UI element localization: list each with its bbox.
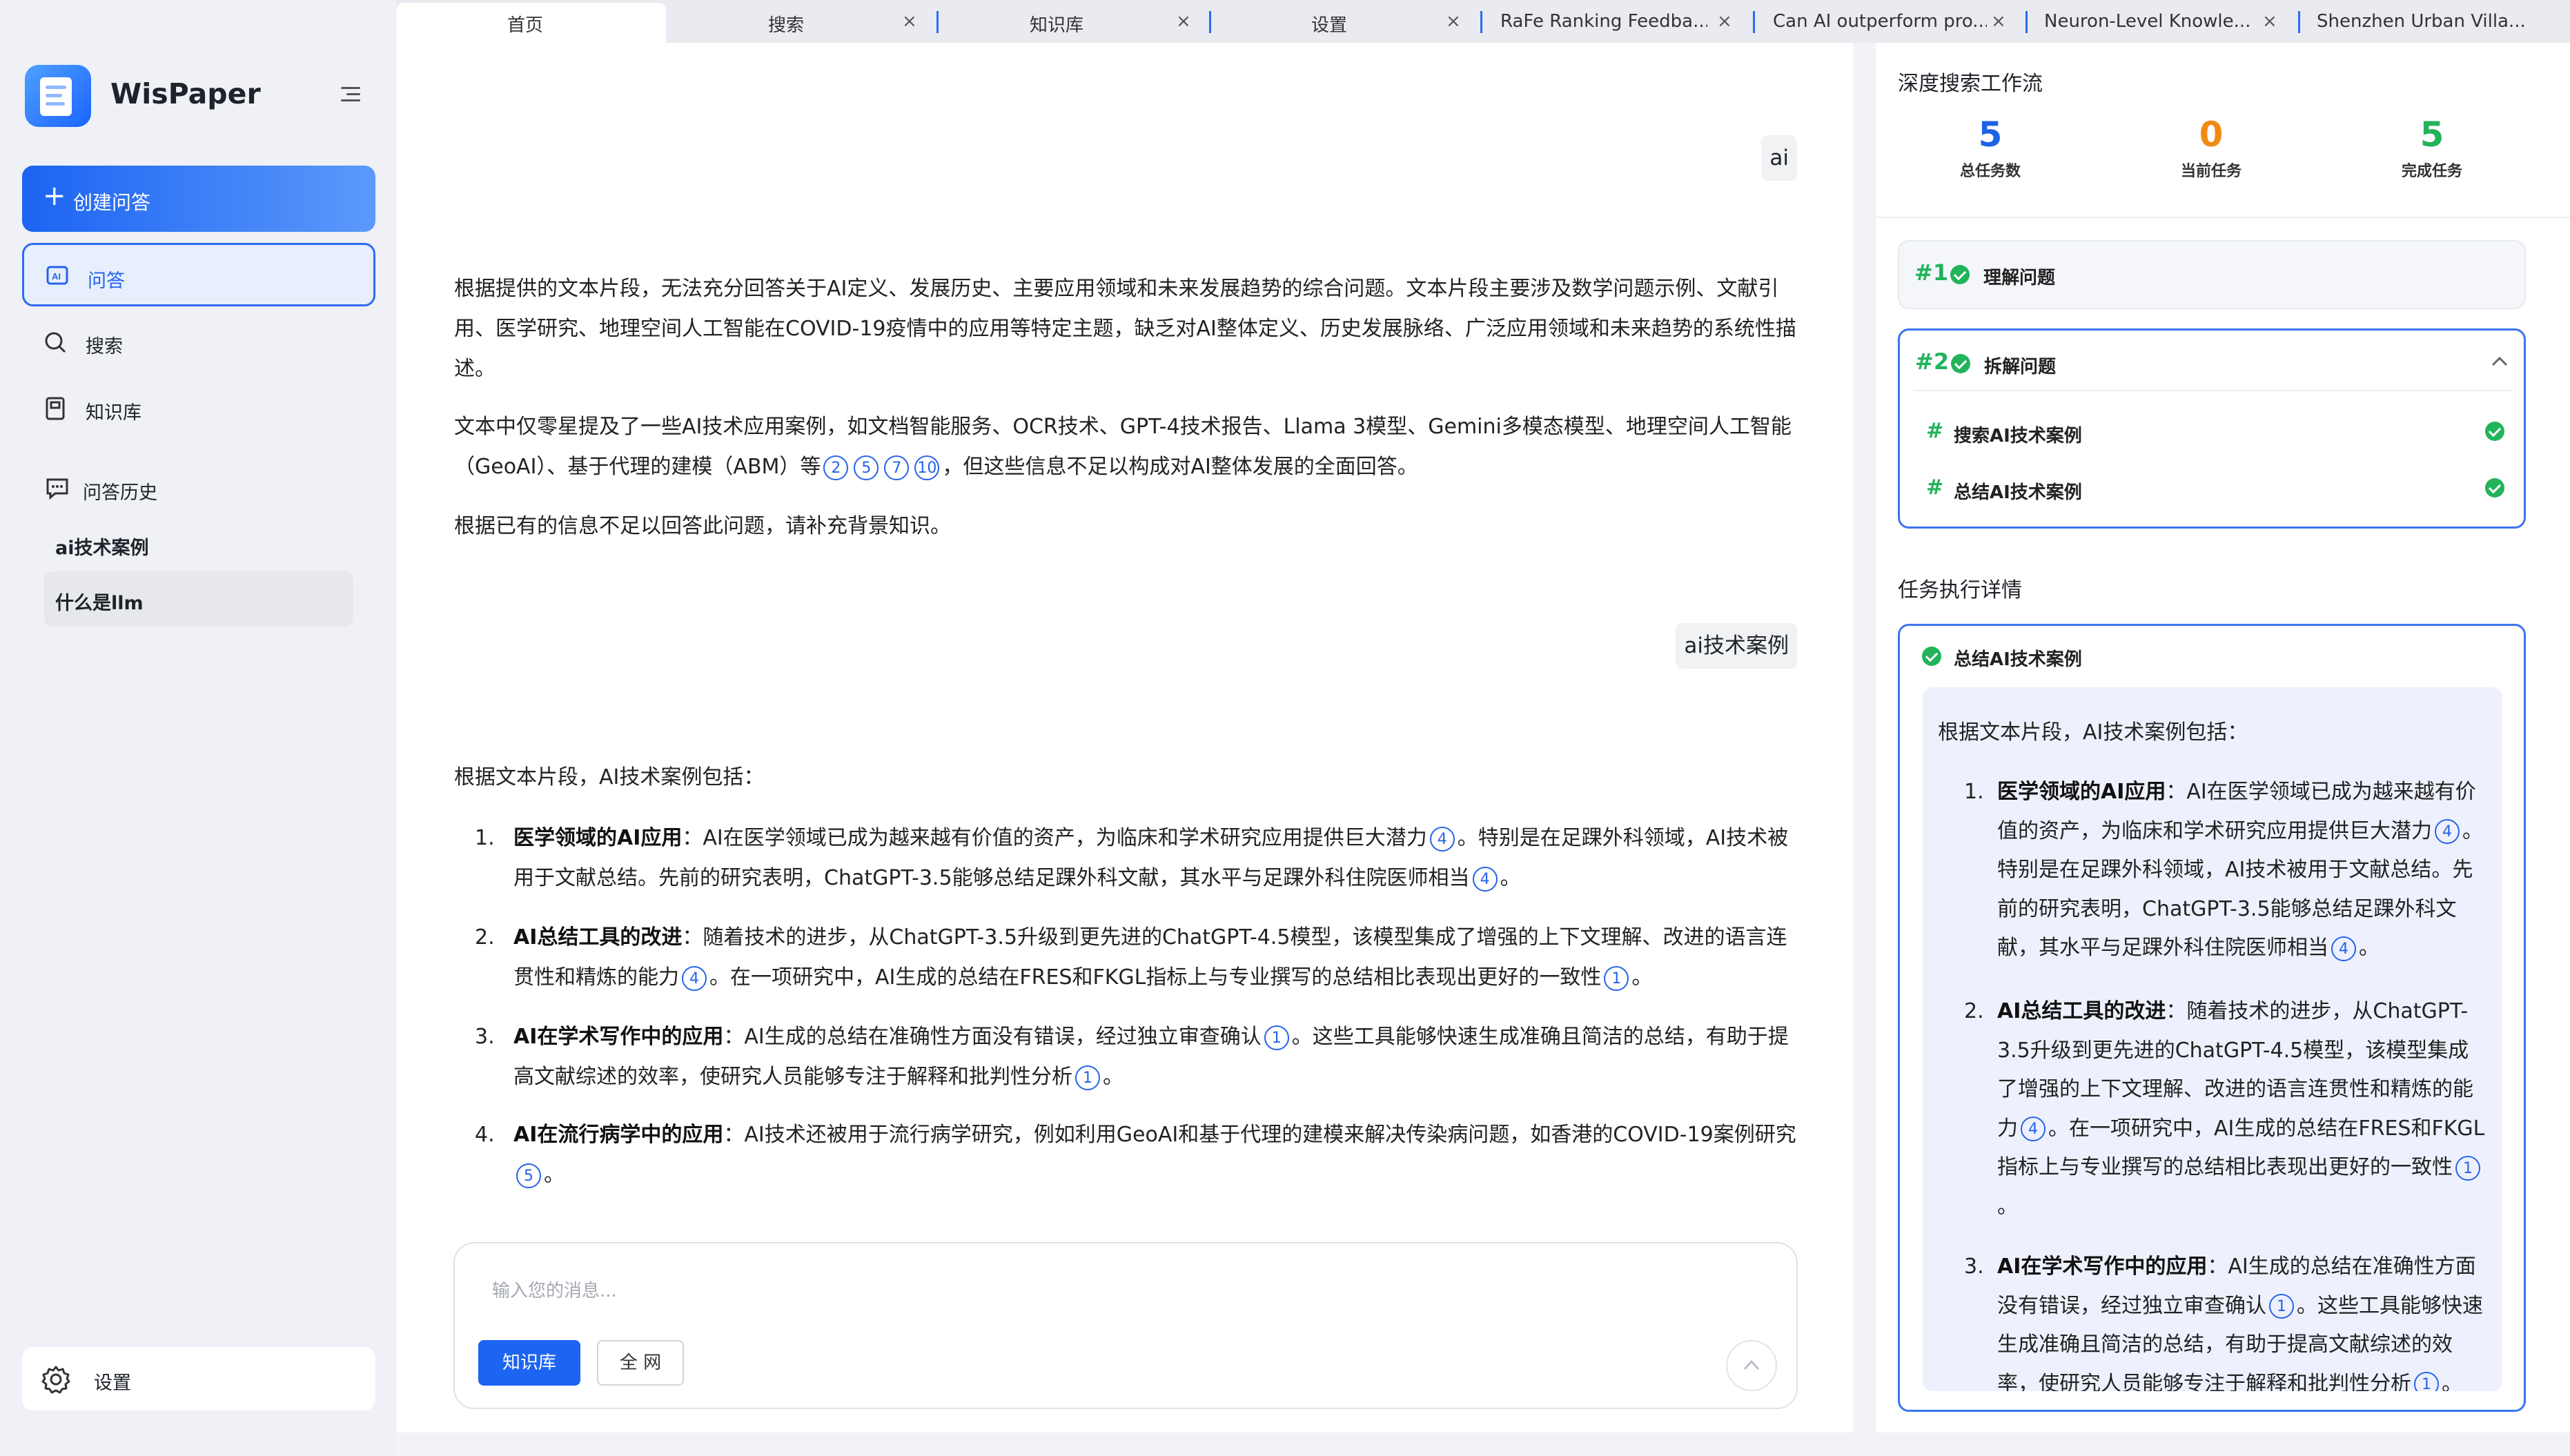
citation-badge[interactable]: 7 (884, 455, 910, 480)
list-item: AI总结工具的改进：随着技术的进步，从ChatGPT-3.5升级到更先进的Cha… (1997, 999, 2485, 1219)
citation-badge[interactable]: 1 (1075, 1065, 1100, 1090)
message-composer: 输入您的消息... 知识库 全 网 (453, 1242, 1798, 1409)
create-qa-button[interactable]: + 创建问答 (22, 166, 375, 232)
close-tab-icon[interactable]: × (1991, 11, 2006, 32)
web-search-toggle[interactable]: 全 网 (597, 1340, 684, 1386)
close-tab-icon[interactable]: × (1176, 11, 1191, 32)
check-icon (2485, 478, 2504, 498)
sidebar-item-search[interactable]: 搜索 (22, 311, 375, 374)
task-detail-content: 根据文本片段，AI技术案例包括： 1. 医学领域的AI应用：AI在医学领域已成为… (1923, 687, 2502, 1391)
app-name: WisPaper (110, 77, 261, 110)
history-item[interactable]: ai技术案例 (44, 516, 353, 571)
answer-paragraph: 文本中仅零星提及了一些AI技术应用案例，如文档智能服务、OCR技术、GPT-4技… (454, 415, 1792, 480)
tab-paper-can-ai[interactable]: Can AI outperform pro... × (1763, 3, 2025, 43)
close-tab-icon[interactable]: × (1717, 11, 1732, 32)
tab-knowledge-base[interactable]: 知识库 × (945, 3, 1208, 43)
stat-completed-tasks: 5 完成任务 (2401, 115, 2462, 180)
citation-badge[interactable]: 4 (682, 965, 707, 991)
chat-panel (397, 43, 1853, 1433)
stat-total-tasks: 5 总任务数 (1959, 115, 2021, 180)
app-logo (25, 65, 91, 127)
tab-paper-shenzhen[interactable]: Shenzhen Urban Villa... (2308, 3, 2570, 43)
citation-badge[interactable]: 1 (2455, 1155, 2480, 1181)
gear-icon (41, 1366, 70, 1394)
tab-divider (936, 11, 939, 33)
citation-badge[interactable]: 4 (1472, 866, 1498, 892)
tab-divider (1753, 11, 1755, 33)
tab-home[interactable]: 首页 (397, 3, 666, 43)
sidebar: WisPaper + 创建问答 AI 问答 搜索 知识库 问答历史 ai技术案例 (0, 0, 397, 1456)
user-message: ai (1761, 135, 1797, 181)
citation-badge[interactable]: 5 (516, 1163, 541, 1188)
search-icon (45, 332, 66, 353)
citation-badge[interactable]: 4 (2435, 819, 2460, 844)
chevron-up-icon (1743, 1359, 1760, 1370)
settings-button[interactable]: 设置 (22, 1347, 375, 1410)
close-tab-icon[interactable]: × (1446, 11, 1461, 32)
stat-current-task: 0 当前任务 (2180, 115, 2242, 180)
list-item: 医学领域的AI应用：AI在医学领域已成为越来越有价值的资产，为临床和学术研究应用… (1997, 780, 2483, 961)
citation-badge[interactable]: 2 (823, 455, 849, 480)
workflow-title: 深度搜索工作流 (1898, 72, 2043, 96)
check-icon (1922, 647, 1941, 666)
check-icon (2485, 422, 2504, 441)
citation-badge[interactable]: 4 (2021, 1116, 2046, 1141)
check-icon (1951, 354, 1970, 373)
citation-badge[interactable]: 4 (1429, 826, 1455, 852)
sidebar-item-knowledge-base[interactable]: 知识库 (22, 377, 375, 440)
divider (1876, 217, 2570, 218)
check-icon (1950, 265, 1970, 284)
tab-search[interactable]: 搜索 × (673, 3, 928, 43)
send-button[interactable] (1726, 1340, 1777, 1391)
citation-badge[interactable]: 1 (1604, 965, 1629, 991)
sub-task-label: 总结AI技术案例 (1954, 482, 2082, 503)
tab-settings[interactable]: 设置 × (1218, 3, 1463, 43)
answer-paragraph: 根据提供的文本片段，无法充分回答关于AI定义、发展历史、主要应用领域和未来发展趋… (454, 277, 1796, 381)
book-icon (46, 397, 65, 420)
tab-divider (1209, 11, 1211, 33)
citation-badge[interactable]: 1 (1264, 1025, 1289, 1050)
collapse-sidebar-icon[interactable] (341, 87, 360, 102)
tab-divider (2025, 11, 2028, 33)
answer-intro: 根据文本片段，AI技术案例包括： (454, 765, 765, 789)
tab-divider (2298, 11, 2300, 33)
detail-title: 任务执行详情 (1898, 578, 2022, 602)
citation-badge[interactable]: 10 (914, 455, 940, 480)
chevron-up-icon[interactable] (2491, 355, 2509, 368)
workflow-step[interactable]: #2 拆解问题 # 搜索AI技术案例 # 总结AI技术案例 (1898, 328, 2526, 529)
svg-text:AI: AI (52, 271, 61, 282)
citation-badge[interactable]: 1 (2414, 1372, 2439, 1391)
chat-history-icon (46, 478, 68, 500)
citation-badge[interactable]: 4 (2331, 936, 2356, 961)
close-tab-icon[interactable]: × (2262, 11, 2277, 32)
sub-task-label: 搜索AI技术案例 (1954, 426, 2082, 446)
sidebar-item-qa[interactable]: AI 问答 (22, 243, 375, 306)
tab-paper-rafe[interactable]: RaFe Ranking Feedba... × (1491, 3, 1739, 43)
history-item[interactable]: 什么是llm (44, 571, 353, 627)
plus-icon: + (43, 180, 66, 212)
history-title: 问答历史 (83, 482, 157, 504)
tab-divider (1480, 11, 1482, 33)
close-tab-icon[interactable]: × (902, 11, 917, 32)
message-input[interactable]: 输入您的消息... (492, 1277, 617, 1302)
tab-paper-neuron[interactable]: Neuron-Level Knowle... × (2036, 3, 2284, 43)
workflow-step[interactable]: #1 理解问题 (1898, 240, 2526, 309)
user-message: ai技术案例 (1676, 623, 1797, 669)
knowledge-base-toggle[interactable]: 知识库 (478, 1340, 580, 1386)
list-item: AI在学术写作中的应用：AI生成的总结在准确性方面没有错误，经过独立审查确认 1。… (1997, 1248, 2489, 1391)
answer-paragraph: 根据已有的信息不足以回答此问题，请补充背景知识。 (454, 514, 951, 538)
citation-badge[interactable]: 5 (854, 455, 879, 480)
citation-badge[interactable]: 1 (2269, 1294, 2294, 1319)
ai-chat-icon: AI (46, 266, 68, 285)
